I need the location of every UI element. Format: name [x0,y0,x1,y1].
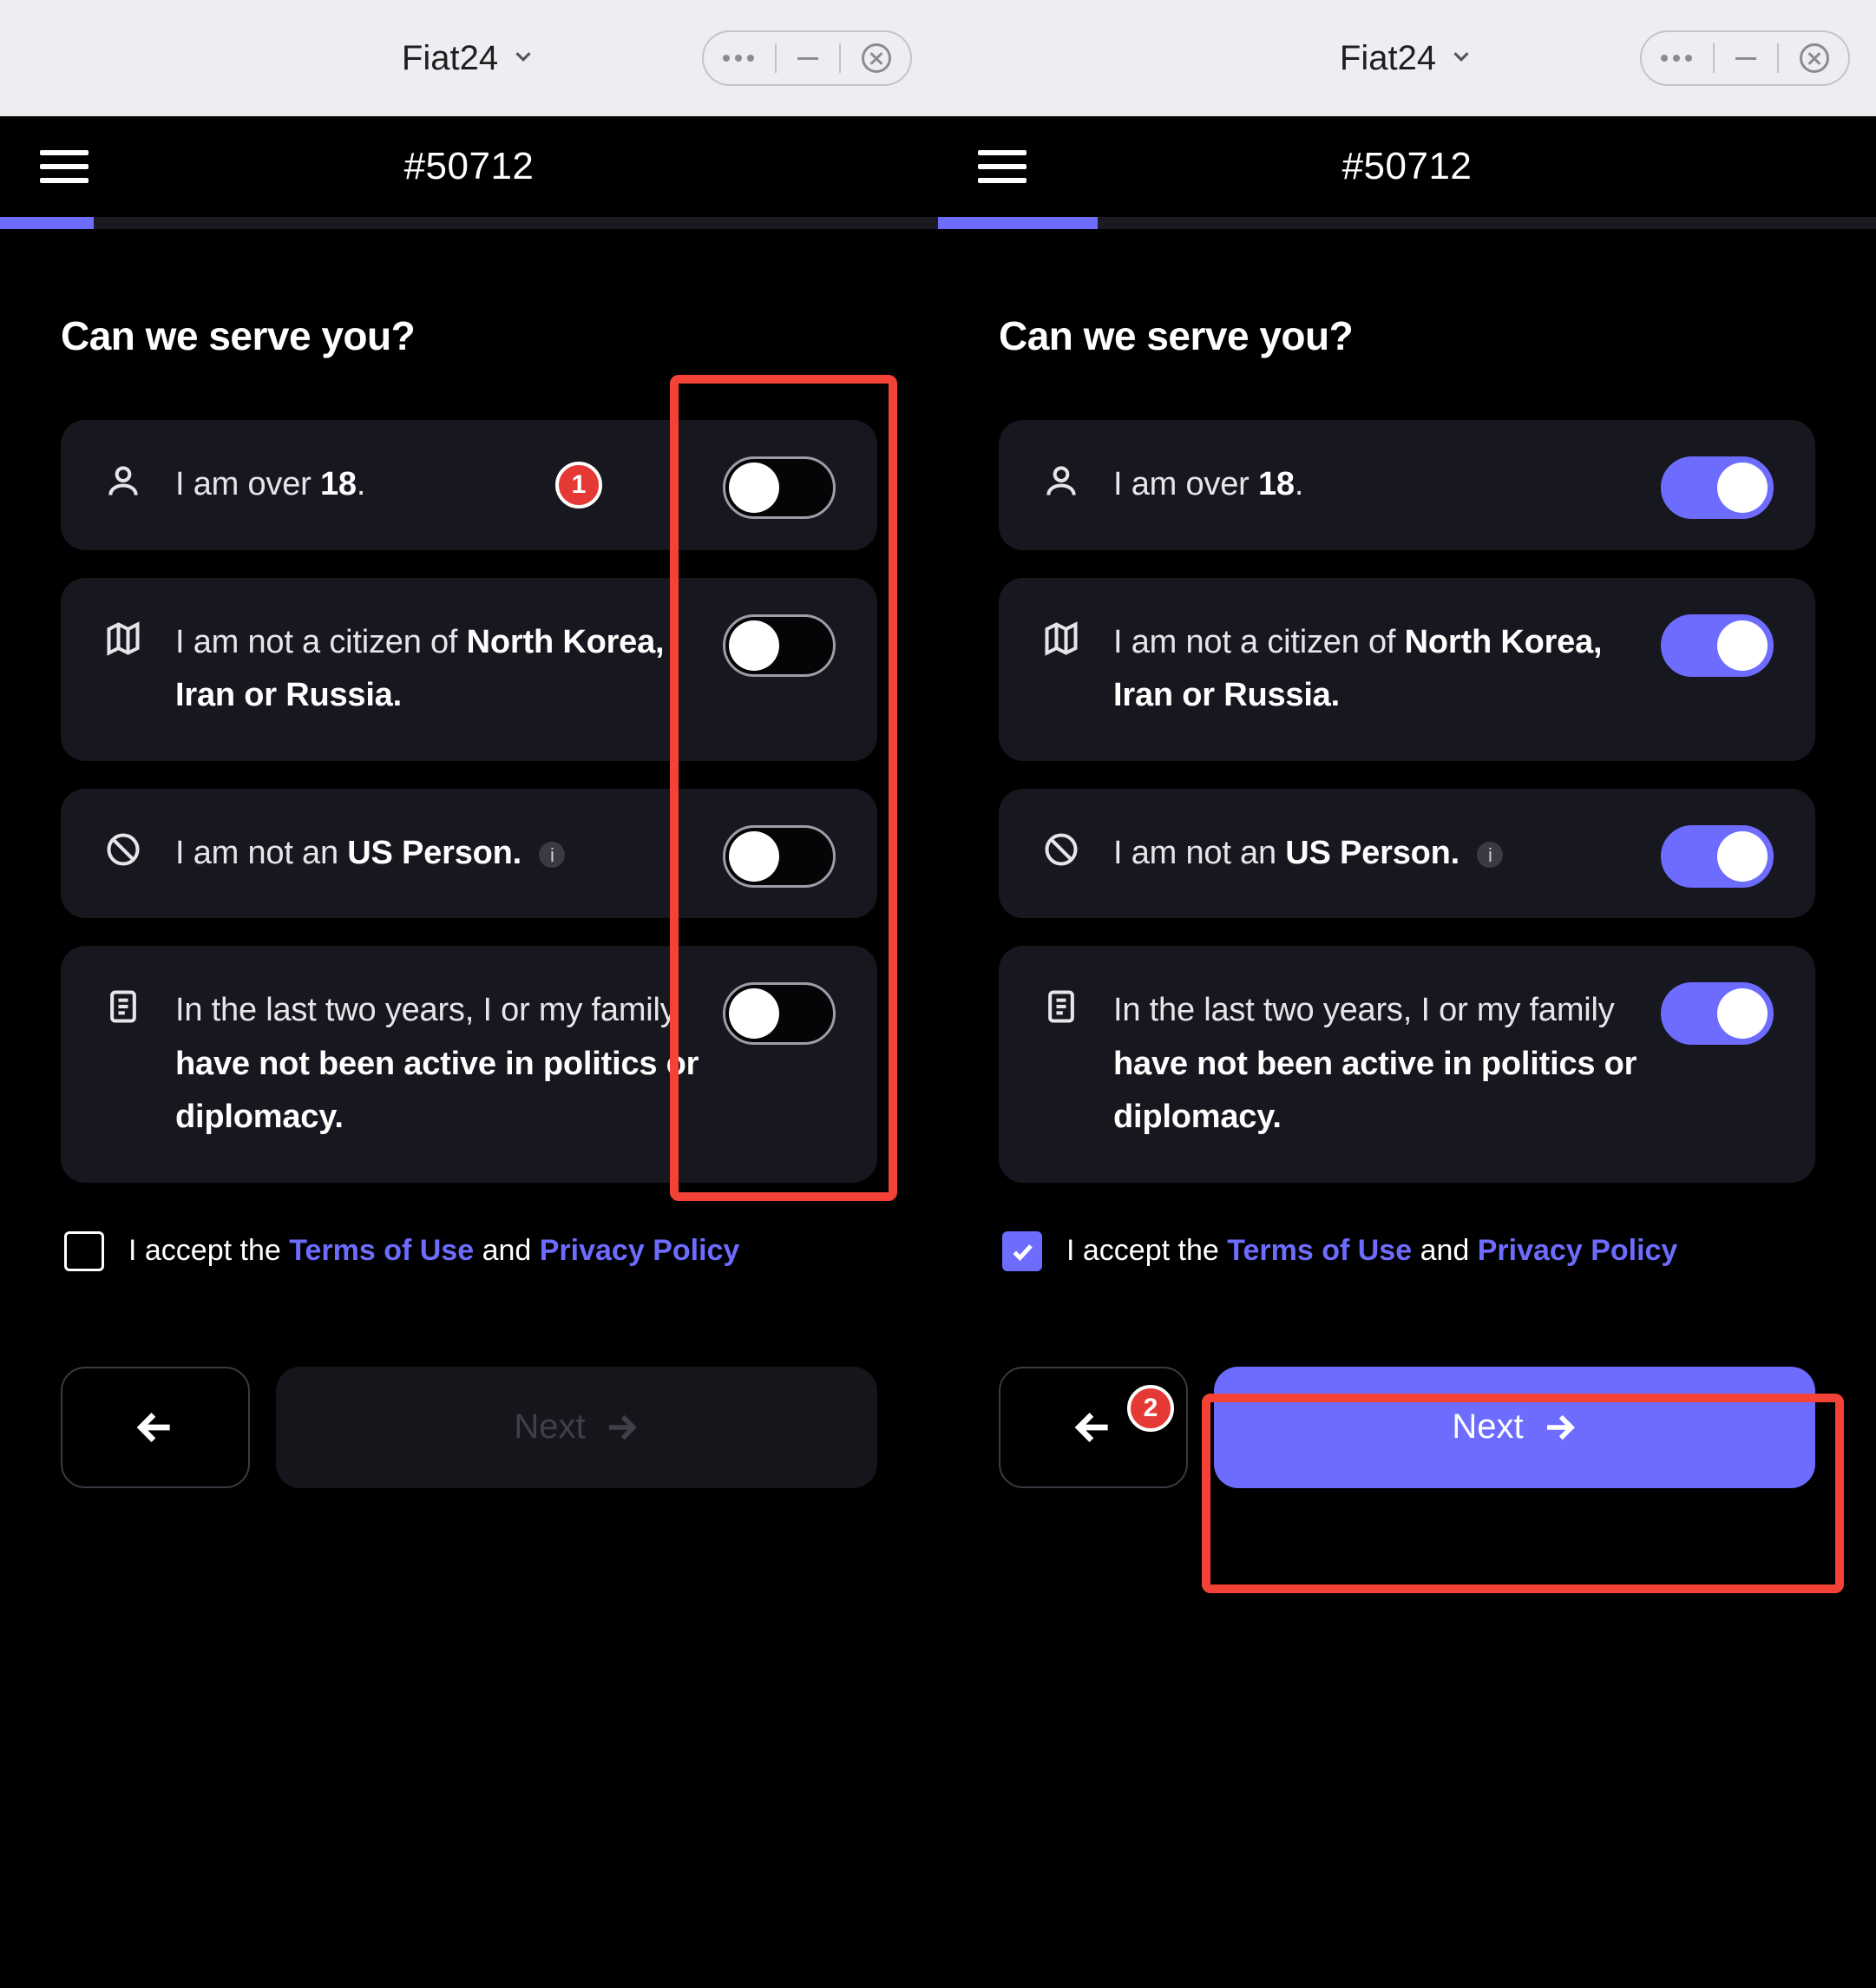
phone-left: Fiat24 #50712 Can we serve you? I a [0,0,938,1988]
minimize-icon[interactable] [797,57,818,60]
prohibited-icon [104,830,142,869]
page-id-label: #50712 [1342,145,1473,188]
terms-of-use-link[interactable]: Terms of Use [289,1234,474,1267]
arrow-right-icon [1541,1409,1578,1446]
wallet-chrome-bar: Fiat24 [0,0,938,116]
more-icon[interactable] [723,55,754,62]
wallet-app-switcher[interactable]: Fiat24 [402,39,536,78]
next-button[interactable]: Next [276,1367,877,1488]
terms-checkbox[interactable] [64,1231,104,1271]
document-icon [1042,987,1080,1026]
wallet-chrome-controls [1640,30,1850,86]
eligibility-card-politics: In the last two years, I or my family ha… [999,946,1815,1183]
eligibility-card-over18: I am over 18. [999,420,1815,550]
privacy-policy-link[interactable]: Privacy Policy [1478,1234,1678,1267]
toggle-citizen[interactable] [723,614,836,677]
app-header: #50712 [0,116,938,217]
toggle-over18[interactable] [1661,456,1774,519]
next-button[interactable]: Next [1214,1367,1815,1488]
toggle-usperson[interactable] [723,825,836,888]
divider [1777,43,1779,73]
annotation-number-1: 1 [555,462,602,508]
terms-of-use-link[interactable]: Terms of Use [1227,1234,1412,1267]
progress-fill [0,217,94,229]
divider [839,43,841,73]
close-icon[interactable] [1800,43,1829,73]
eligibility-card-politics: In the last two years, I or my family ha… [61,946,877,1183]
prohibited-icon [1042,830,1080,869]
app-header: #50712 [938,116,1876,217]
menu-icon[interactable] [40,150,89,183]
eligibility-card-citizen: I am not a citizen of North Korea, Iran … [999,578,1815,761]
wallet-chrome-bar: Fiat24 [938,0,1876,116]
map-icon [1042,620,1080,658]
divider [1713,43,1715,73]
chevron-down-icon [510,39,536,78]
wallet-app-switcher[interactable]: Fiat24 [1340,39,1474,78]
terms-row: I accept the Terms of Use and Privacy Po… [999,1231,1815,1271]
arrow-right-icon [603,1409,640,1446]
chevron-down-icon [1448,39,1474,78]
eligibility-card-usperson: I am not an US Person. i [999,789,1815,919]
terms-text: I accept the Terms of Use and Privacy Po… [128,1234,739,1268]
eligibility-card-citizen: I am not a citizen of North Korea, Iran … [61,578,877,761]
document-icon [104,987,142,1026]
wallet-app-name: Fiat24 [402,39,498,78]
next-button-label: Next [1452,1407,1523,1447]
more-icon[interactable] [1661,55,1692,62]
page-id-label: #50712 [404,145,535,188]
close-icon[interactable] [862,43,891,73]
question-title: Can we serve you? [61,312,877,359]
terms-row: I accept the Terms of Use and Privacy Po… [61,1231,877,1271]
toggle-politics[interactable] [723,982,836,1045]
progress-fill [938,217,1098,229]
terms-text: I accept the Terms of Use and Privacy Po… [1066,1234,1677,1268]
privacy-policy-link[interactable]: Privacy Policy [540,1234,740,1267]
phone-right: Fiat24 #50712 Can we serve you? I am ove… [938,0,1876,1988]
terms-checkbox[interactable] [1002,1231,1042,1271]
divider [775,43,777,73]
minimize-icon[interactable] [1735,57,1756,60]
eligibility-card-over18: I am over 18. [61,420,877,550]
person-icon [1042,462,1080,500]
toggle-politics[interactable] [1661,982,1774,1045]
back-button[interactable] [61,1367,250,1488]
person-icon [104,462,142,500]
toggle-usperson[interactable] [1661,825,1774,888]
progress-bar [938,217,1876,229]
wallet-chrome-controls [702,30,912,86]
progress-bar [0,217,938,229]
info-icon[interactable]: i [1477,842,1503,868]
next-button-label: Next [514,1407,585,1447]
toggle-citizen[interactable] [1661,614,1774,677]
annotation-number-2: 2 [1127,1385,1174,1432]
eligibility-card-usperson: I am not an US Person. i [61,789,877,919]
menu-icon[interactable] [978,150,1027,183]
info-icon[interactable]: i [539,842,565,868]
toggle-over18[interactable] [723,456,836,519]
question-title: Can we serve you? [999,312,1815,359]
map-icon [104,620,142,658]
wallet-app-name: Fiat24 [1340,39,1436,78]
